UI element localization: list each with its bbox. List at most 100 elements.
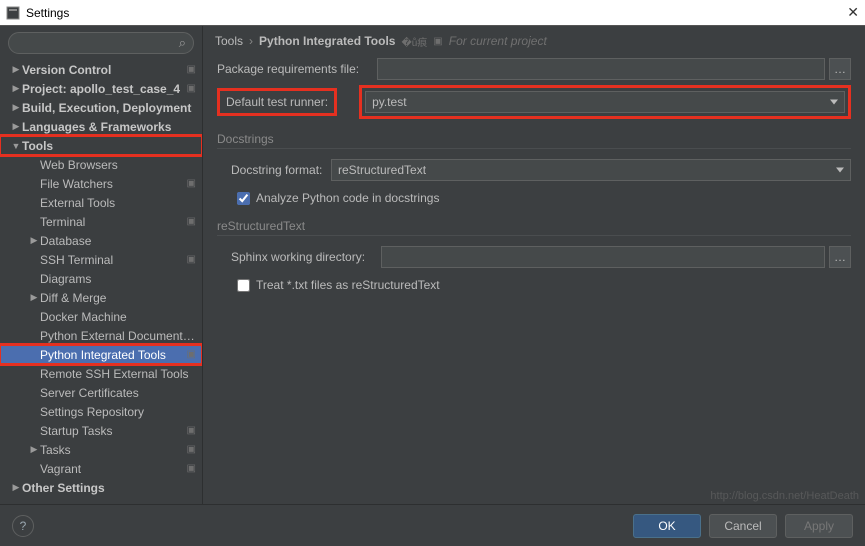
- expand-arrow-icon[interactable]: ▶: [10, 121, 22, 132]
- tree-item-server-certificates[interactable]: Server Certificates: [0, 383, 202, 402]
- dialog-footer: ? OK Cancel Apply: [0, 504, 865, 546]
- row-analyze-docstrings: Analyze Python code in docstrings: [217, 187, 851, 209]
- tree-item-ssh-terminal[interactable]: SSH Terminal▣: [0, 250, 202, 269]
- ok-button[interactable]: OK: [633, 514, 701, 538]
- row-test-runner: Default test runner: py.test: [217, 86, 851, 118]
- docfmt-select[interactable]: reStructuredText: [331, 159, 851, 181]
- browse-button[interactable]: …: [829, 246, 851, 268]
- project-scope-icon: ▣: [187, 425, 196, 436]
- tree-item-settings-repository[interactable]: Settings Repository: [0, 402, 202, 421]
- expand-arrow-icon[interactable]: ▶: [28, 235, 40, 246]
- expand-arrow-icon[interactable]: ▼: [10, 141, 22, 151]
- analyze-label: Analyze Python code in docstrings: [256, 191, 439, 205]
- browse-button[interactable]: …: [829, 58, 851, 80]
- breadcrumb-root[interactable]: Tools: [215, 34, 243, 48]
- tree-item-label: Web Browsers: [40, 158, 196, 172]
- form-content: Package requirements file: … Default tes…: [203, 56, 865, 304]
- settings-tree: ▶Version Control▣▶Project: apollo_test_c…: [0, 60, 202, 504]
- main-panel: Tools › Python Integrated Tools �ů痕 ▣ Fo…: [203, 26, 865, 504]
- tree-item-label: Vagrant: [40, 462, 187, 476]
- project-scope-icon: ▣: [187, 216, 196, 227]
- tree-item-label: Startup Tasks: [40, 424, 187, 438]
- pkg-req-input[interactable]: [377, 58, 825, 80]
- tree-item-remote-ssh-external-tools[interactable]: Remote SSH External Tools: [0, 364, 202, 383]
- row-package-requirements: Package requirements file: …: [217, 56, 851, 82]
- apply-button[interactable]: Apply: [785, 514, 853, 538]
- tree-item-project-apollo-test-case-4[interactable]: ▶Project: apollo_test_case_4▣: [0, 79, 202, 98]
- treat-txt-checkbox[interactable]: [237, 279, 250, 292]
- tree-item-label: Server Certificates: [40, 386, 196, 400]
- expand-arrow-icon[interactable]: ▶: [28, 444, 40, 455]
- tree-item-docker-machine[interactable]: Docker Machine: [0, 307, 202, 326]
- tree-item-database[interactable]: ▶Database: [0, 231, 202, 250]
- tree-item-label: External Tools: [40, 196, 196, 210]
- tree-item-label: Languages & Frameworks: [22, 120, 196, 134]
- test-runner-value: py.test: [372, 95, 406, 109]
- expand-arrow-icon[interactable]: ▶: [10, 102, 22, 113]
- app-icon: [6, 6, 20, 20]
- project-scope-icon: ▣: [187, 64, 196, 75]
- test-runner-label: Default test runner:: [217, 88, 337, 116]
- tree-item-startup-tasks[interactable]: Startup Tasks▣: [0, 421, 202, 440]
- project-scope-icon: ▣: [187, 83, 196, 94]
- row-sphinx-dir: Sphinx working directory: …: [217, 244, 851, 270]
- titlebar: Settings ✕: [0, 0, 865, 26]
- tree-item-tasks[interactable]: ▶Tasks▣: [0, 440, 202, 459]
- search-input[interactable]: [8, 32, 194, 54]
- tree-item-web-browsers[interactable]: Web Browsers: [0, 155, 202, 174]
- project-scope-icon: ▣: [187, 178, 196, 189]
- tree-item-label: Version Control: [22, 63, 187, 77]
- project-scope-icon: ▣: [433, 36, 442, 47]
- row-docstring-format: Docstring format: reStructuredText: [217, 157, 851, 183]
- sphinx-input[interactable]: [381, 246, 825, 268]
- tree-item-label: Project: apollo_test_case_4: [22, 82, 187, 96]
- section-rst: reStructuredText: [217, 209, 851, 236]
- project-scope-icon: ▣: [187, 444, 196, 455]
- breadcrumb: Tools › Python Integrated Tools �ů痕 ▣ Fo…: [203, 26, 865, 56]
- expand-arrow-icon[interactable]: ▶: [10, 482, 22, 493]
- tree-item-label: Other Settings: [22, 481, 196, 495]
- project-scope-icon: ▣: [187, 254, 196, 265]
- project-scope-icon: ▣: [187, 463, 196, 474]
- tree-item-tools[interactable]: ▼Tools: [0, 136, 202, 155]
- breadcrumb-current: Python Integrated Tools: [259, 34, 395, 48]
- chevron-right-icon: ›: [249, 34, 253, 48]
- row-treat-txt: Treat *.txt files as reStructuredText: [217, 274, 851, 296]
- analyze-checkbox[interactable]: [237, 192, 250, 205]
- tree-item-file-watchers[interactable]: File Watchers▣: [0, 174, 202, 193]
- tree-item-python-external-documentation[interactable]: Python External Documentation: [0, 326, 202, 345]
- search-wrap: [0, 26, 202, 60]
- tree-item-diagrams[interactable]: Diagrams: [0, 269, 202, 288]
- test-runner-select[interactable]: py.test: [365, 91, 845, 113]
- tree-item-diff-merge[interactable]: ▶Diff & Merge: [0, 288, 202, 307]
- tree-item-label: Tools: [22, 139, 196, 153]
- docfmt-label: Docstring format:: [231, 163, 331, 177]
- section-docstrings: Docstrings: [217, 122, 851, 149]
- sphinx-label: Sphinx working directory:: [231, 250, 381, 264]
- tree-item-build-execution-deployment[interactable]: ▶Build, Execution, Deployment: [0, 98, 202, 117]
- docfmt-value: reStructuredText: [338, 163, 426, 177]
- tree-item-vagrant[interactable]: Vagrant▣: [0, 459, 202, 478]
- tree-item-label: File Watchers: [40, 177, 187, 191]
- help-button[interactable]: ?: [12, 515, 34, 537]
- project-scope-icon: �ů痕: [401, 34, 427, 49]
- tree-item-terminal[interactable]: Terminal▣: [0, 212, 202, 231]
- tree-item-label: Settings Repository: [40, 405, 196, 419]
- sidebar: ▶Version Control▣▶Project: apollo_test_c…: [0, 26, 203, 504]
- cancel-button[interactable]: Cancel: [709, 514, 777, 538]
- window-title: Settings: [26, 6, 847, 20]
- tree-item-python-integrated-tools[interactable]: Python Integrated Tools▣: [0, 345, 202, 364]
- expand-arrow-icon[interactable]: ▶: [10, 83, 22, 94]
- tree-item-version-control[interactable]: ▶Version Control▣: [0, 60, 202, 79]
- tree-item-languages-frameworks[interactable]: ▶Languages & Frameworks: [0, 117, 202, 136]
- tree-item-label: Build, Execution, Deployment: [22, 101, 196, 115]
- tree-item-label: SSH Terminal: [40, 253, 187, 267]
- close-icon[interactable]: ✕: [847, 4, 859, 21]
- tree-item-label: Python Integrated Tools: [40, 348, 187, 362]
- expand-arrow-icon[interactable]: ▶: [10, 64, 22, 75]
- tree-item-label: Remote SSH External Tools: [40, 367, 196, 381]
- tree-item-other-settings[interactable]: ▶Other Settings: [0, 478, 202, 497]
- expand-arrow-icon[interactable]: ▶: [28, 292, 40, 303]
- tree-item-external-tools[interactable]: External Tools: [0, 193, 202, 212]
- tree-item-label: Database: [40, 234, 196, 248]
